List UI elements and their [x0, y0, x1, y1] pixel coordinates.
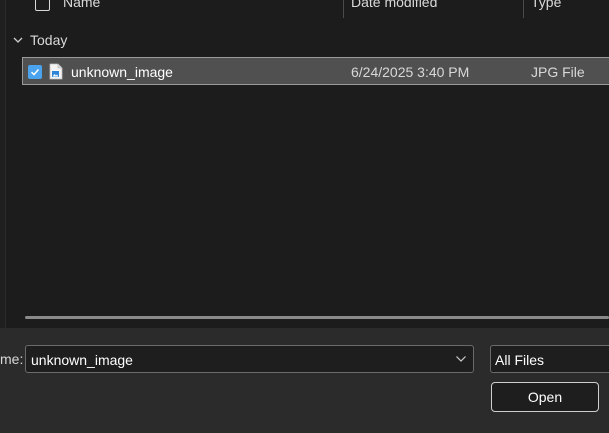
column-header: Name Date modified Type — [5, 0, 609, 18]
select-all-checkbox[interactable] — [35, 0, 50, 11]
row-checkbox[interactable] — [28, 65, 42, 79]
column-header-name[interactable]: Name — [63, 0, 100, 10]
image-file-icon — [49, 63, 63, 80]
file-name: unknown_image — [71, 64, 173, 80]
file-date-modified: 6/24/2025 3:40 PM — [351, 64, 470, 80]
navigation-pane-edge — [0, 0, 6, 328]
horizontal-scrollbar[interactable] — [25, 316, 609, 319]
group-header-today[interactable]: Today — [12, 30, 67, 50]
chevron-down-icon[interactable] — [455, 354, 467, 364]
filename-value: unknown_image — [31, 352, 133, 368]
column-header-type[interactable]: Type — [531, 0, 561, 10]
dialog-footer: me: unknown_image All Files Open — [0, 328, 609, 433]
filetype-select[interactable]: All Files — [490, 345, 609, 373]
column-divider[interactable] — [343, 0, 344, 18]
file-type: JPG File — [531, 64, 585, 80]
filetype-value: All Files — [495, 352, 545, 368]
checkmark-icon — [30, 68, 40, 76]
filename-input[interactable]: unknown_image — [25, 345, 474, 373]
filename-label: me: — [0, 351, 24, 367]
open-button[interactable]: Open — [491, 382, 599, 412]
file-row[interactable]: unknown_image 6/24/2025 3:40 PM JPG File — [22, 57, 609, 85]
chevron-down-icon — [13, 37, 23, 43]
column-divider[interactable] — [523, 0, 524, 18]
column-header-date-modified[interactable]: Date modified — [351, 0, 437, 10]
group-label: Today — [30, 32, 68, 48]
